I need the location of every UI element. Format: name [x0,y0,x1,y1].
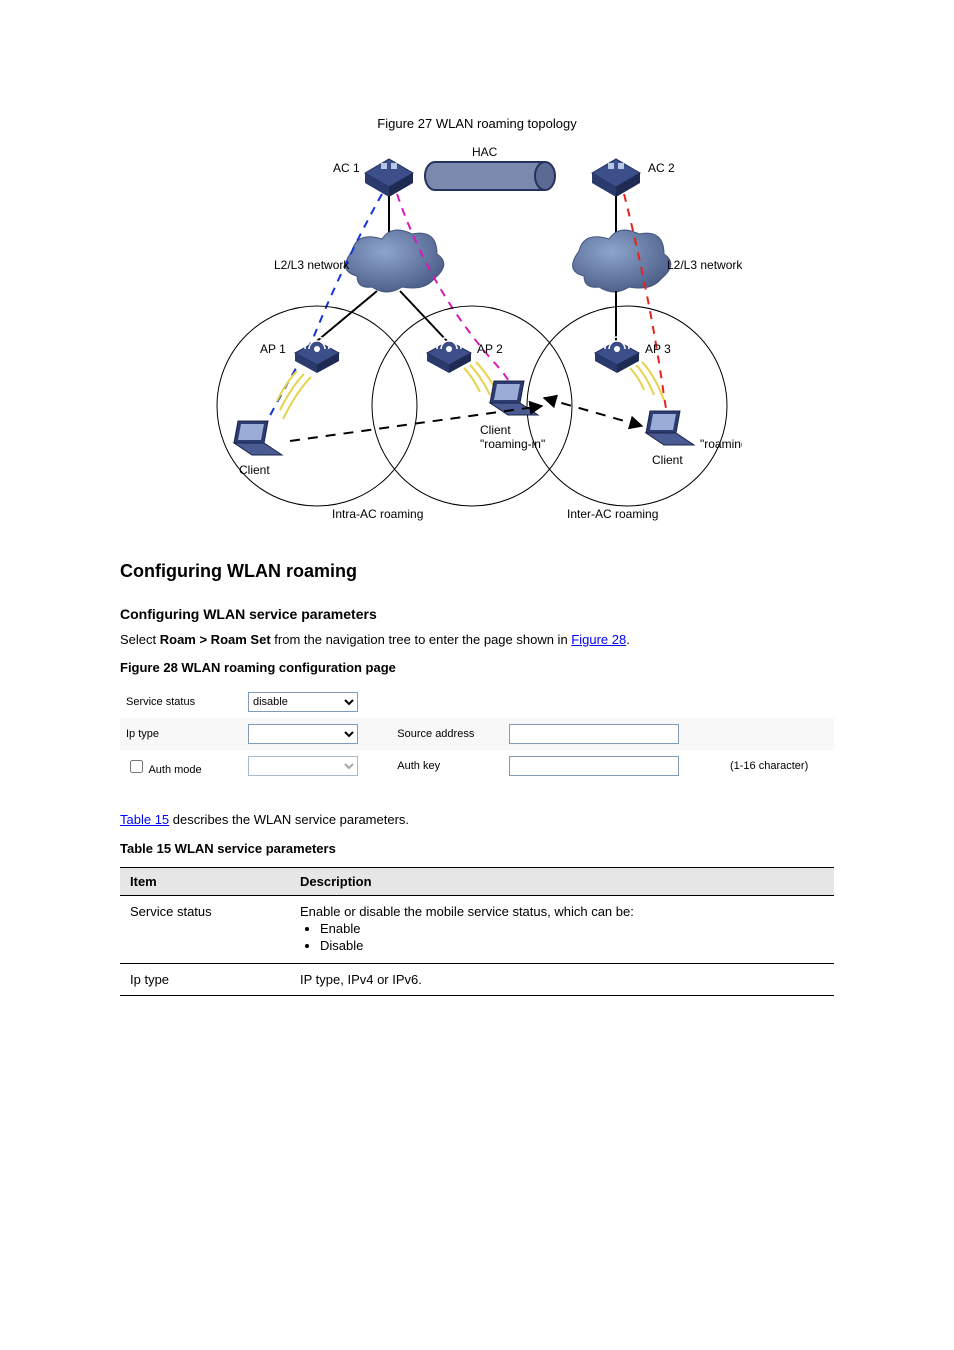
table-row-item: Ip type [120,963,290,995]
label-source-address: Source address [391,718,503,750]
table15-link[interactable]: Table 15 [120,812,169,827]
label-ap2: AP 2 [477,342,503,356]
table-row-desc: IP type, IPv4 or IPv6. [290,963,834,995]
roaming-section-title: Configuring WLAN roaming [120,561,834,582]
label-ap3: AP 3 [645,342,671,356]
label-service-status: Service status [120,686,242,718]
label-client3: Client [652,453,683,467]
label-l2l3-2: L2/L3 network [667,258,742,272]
label-client2: Client [480,423,511,437]
input-auth-key[interactable] [509,756,679,776]
select-ip-type[interactable] [248,724,358,744]
label-inter-ac: Inter-AC roaming [567,507,658,521]
table15-intro: Table 15 describes the WLAN service para… [120,810,834,830]
network-diagram: AC 1 HAC AC 2 L2/L3 network L2/L3 networ… [212,146,742,529]
checkbox-auth-mode[interactable] [130,760,143,773]
label-client1: Client [239,463,270,477]
label-ac2: AC 2 [648,161,675,175]
label-ip-type: Ip type [120,718,242,750]
figure28-caption: Figure 28 WLAN roaming configuration pag… [120,658,834,678]
checkbox-auth-mode-wrap[interactable]: Auth mode [126,764,202,776]
label-auth-mode: Auth mode [148,764,201,776]
col-item: Item [120,867,290,895]
hint-auth-key: (1-16 character) [726,750,834,782]
svc-section-title: Configuring WLAN service parameters [120,606,834,622]
label-l2l3-1: L2/L3 network [274,258,350,272]
label-roaming-out: "roaming-out" [700,437,742,451]
label-intra-ac: Intra-AC roaming [332,507,423,521]
table-row-desc: Enable or disable the mobile service sta… [290,895,834,963]
label-hac: HAC [472,146,498,159]
nav-path: Select Roam > Roam Set from the navigati… [120,630,834,650]
wlan-params-table: Item Description Service statusEnable or… [120,867,834,996]
table15-title: Table 15 WLAN service parameters [120,839,834,859]
label-auth-key: Auth key [391,750,503,782]
select-auth-mode[interactable] [248,756,358,776]
figure28-link[interactable]: Figure 28 [571,632,626,647]
col-description: Description [290,867,834,895]
label-ac1: AC 1 [333,161,360,175]
label-ap1: AP 1 [260,342,286,356]
wlan-config-panel: Service status disable Ip type Source ad… [120,686,834,782]
figure27-caption: Figure 27 WLAN roaming topology [120,114,834,134]
input-source-address[interactable] [509,724,679,744]
label-roaming-in: "roaming-in" [480,437,545,451]
table15-body: Service statusEnable or disable the mobi… [120,895,834,995]
select-service-status[interactable]: disable [248,692,358,712]
table-row-item: Service status [120,895,290,963]
